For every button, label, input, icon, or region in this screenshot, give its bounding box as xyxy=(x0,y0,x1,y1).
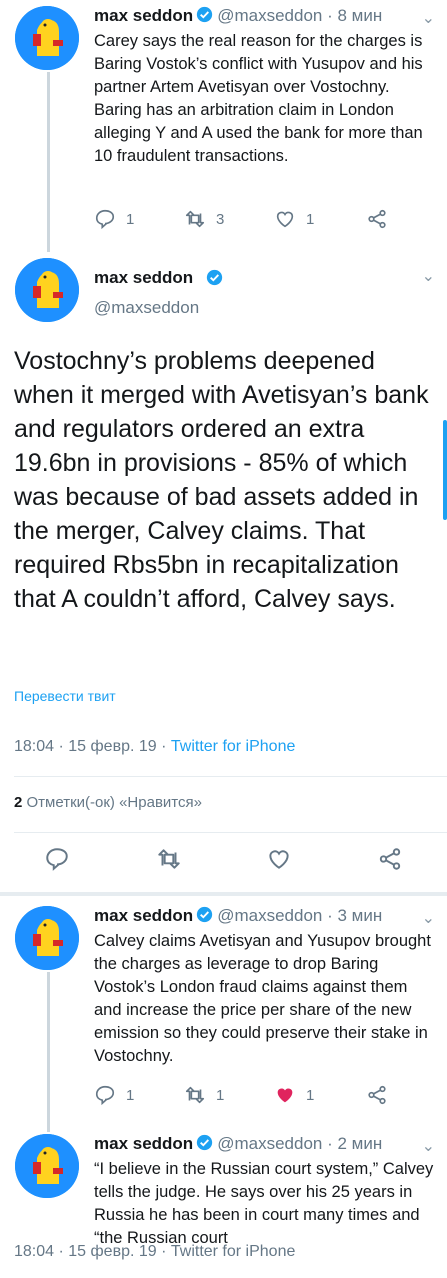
chevron-down-icon[interactable]: ⌄ xyxy=(422,8,435,28)
retweet-count: 1 xyxy=(216,1086,225,1104)
tweet-2-detail: max seddon @maxseddon ⌄ Vostochny’s prob… xyxy=(0,252,447,902)
verified-icon xyxy=(196,906,213,923)
tweet-text: “I believe in the Russian court system,”… xyxy=(94,1160,434,1247)
reply-count: 1 xyxy=(126,1086,135,1104)
retweet-button[interactable] xyxy=(156,846,182,872)
author-handle: @maxseddon xyxy=(217,906,323,925)
timestamp-overlay: 18:04 · 15 февр. 19 · Twitter for iPhone xyxy=(14,1243,296,1260)
tweet-text: Carey says the real reason for the charg… xyxy=(94,32,423,165)
reply-icon xyxy=(94,208,116,230)
reply-button[interactable]: 1 xyxy=(94,1084,134,1106)
scrollbar[interactable] xyxy=(443,420,447,520)
retweet-icon xyxy=(184,208,206,230)
retweet-icon xyxy=(184,1084,206,1106)
like-icon xyxy=(274,208,296,230)
like-icon xyxy=(266,846,292,872)
reply-button[interactable]: 1 xyxy=(94,208,134,230)
tweet-text: Calvey claims Avetisyan and Yusupov brou… xyxy=(94,932,431,1065)
author-handle: @maxseddon xyxy=(217,1134,323,1153)
source-link[interactable]: Twitter for iPhone xyxy=(171,738,296,755)
tweet-3[interactable]: max seddon @maxseddon · 3 мин ⌄ Calvey cl… xyxy=(0,900,447,1132)
tweet-1[interactable]: max seddon @maxseddon · 8 мин ⌄ Carey say… xyxy=(0,0,447,252)
tweet-actions xyxy=(0,846,447,876)
tweet-header: max seddon @maxseddon · 8 мин xyxy=(94,6,382,26)
tweet-header: max seddon @maxseddon · 2 мин xyxy=(94,1134,382,1154)
reply-icon xyxy=(44,846,70,872)
tweet-header: max seddon @maxseddon · 3 мин xyxy=(94,906,382,926)
chevron-down-icon[interactable]: ⌄ xyxy=(422,1136,435,1156)
share-icon xyxy=(366,1084,388,1106)
retweet-count: 3 xyxy=(216,210,225,228)
like-icon xyxy=(274,1084,296,1106)
author-handle: @maxseddon xyxy=(94,298,200,317)
verified-icon xyxy=(196,1134,213,1151)
tweet-text: Vostochny’s problems deepened when it me… xyxy=(14,347,429,613)
timestamp: 18:04 · 15 февр. 19 · xyxy=(14,738,167,755)
divider xyxy=(0,892,447,896)
translate-link[interactable]: Перевести твит xyxy=(14,688,116,704)
author-handle: @maxseddon xyxy=(217,6,323,25)
share-button[interactable] xyxy=(366,208,388,230)
verified-icon xyxy=(206,269,223,286)
tweet-actions: 1 3 1 xyxy=(94,208,394,232)
likes-label: Отметки(-ок) «Нравится» xyxy=(26,794,202,811)
thread-line xyxy=(47,72,50,252)
like-button[interactable]: 1 xyxy=(274,208,314,230)
tweet-timestamp: 18:04 · 15 февр. 19 · Twitter for iPhone xyxy=(14,738,295,756)
likes-summary[interactable]: 2 Отметки(-ок) «Нравится» xyxy=(14,794,202,811)
avatar[interactable] xyxy=(15,1134,79,1198)
author-name[interactable]: max seddon xyxy=(94,268,193,288)
tweet-time: · 3 мин xyxy=(327,906,383,925)
retweet-button[interactable]: 3 xyxy=(184,208,224,230)
retweet-icon xyxy=(156,846,182,872)
author-name[interactable]: max seddon xyxy=(94,906,193,925)
like-button[interactable] xyxy=(266,846,292,872)
author-name[interactable]: max seddon xyxy=(94,1134,193,1153)
share-button[interactable] xyxy=(366,1084,388,1106)
tweet-actions: 1 1 1 xyxy=(94,1084,394,1108)
reply-button[interactable] xyxy=(44,846,70,872)
like-count: 1 xyxy=(306,1086,315,1104)
like-total: 2 xyxy=(14,794,23,811)
tweet-4[interactable]: max seddon @maxseddon · 2 мин ⌄ “I believ… xyxy=(0,1128,447,1278)
reply-icon xyxy=(94,1084,116,1106)
divider xyxy=(14,832,447,833)
divider xyxy=(14,776,447,777)
verified-icon xyxy=(196,6,213,23)
chevron-down-icon[interactable]: ⌄ xyxy=(422,908,435,928)
reply-count: 1 xyxy=(126,210,135,228)
like-button[interactable]: 1 xyxy=(274,1084,314,1106)
avatar[interactable] xyxy=(15,906,79,970)
retweet-button[interactable]: 1 xyxy=(184,1084,224,1106)
tweet-time: · 8 мин xyxy=(327,6,383,25)
avatar[interactable] xyxy=(15,258,79,322)
like-count: 1 xyxy=(306,210,315,228)
thread-line xyxy=(47,972,50,1132)
author-name[interactable]: max seddon xyxy=(94,6,193,25)
share-icon xyxy=(377,846,403,872)
chevron-down-icon[interactable]: ⌄ xyxy=(422,266,435,286)
share-button[interactable] xyxy=(377,846,403,872)
tweet-time: · 2 мин xyxy=(327,1134,383,1153)
share-icon xyxy=(366,208,388,230)
avatar[interactable] xyxy=(15,6,79,70)
